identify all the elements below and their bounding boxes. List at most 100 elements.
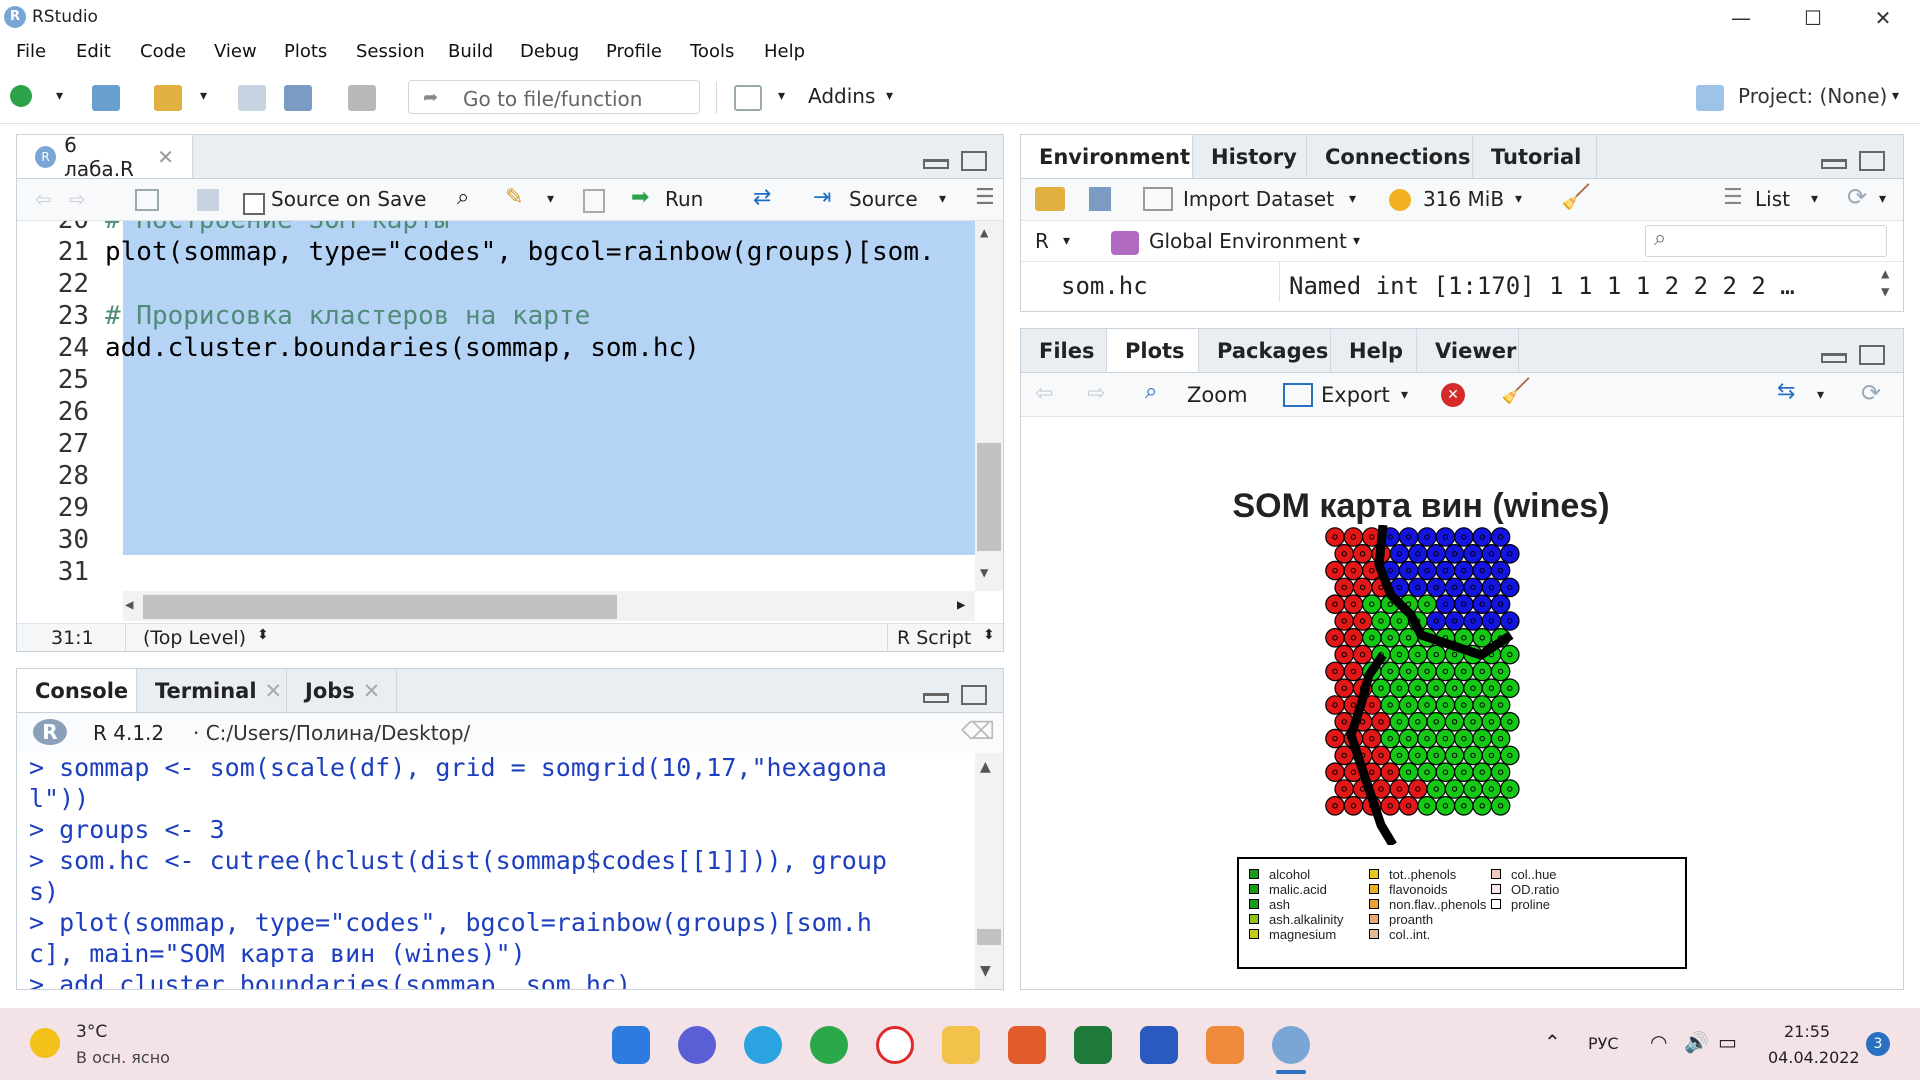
scrollbar-thumb[interactable] <box>977 443 1001 551</box>
env-variable-row[interactable]: som.hc Named int [1:170] 1 1 1 1 2 2 2 2… <box>1021 261 1903 311</box>
forward-arrow-icon[interactable]: ⇨ <box>1087 381 1105 406</box>
menu-plots[interactable]: Plots <box>284 41 327 62</box>
rerun-icon[interactable]: ⇄ <box>753 185 771 210</box>
scroll-down-icon[interactable]: ▼ <box>980 565 988 581</box>
clock-time[interactable]: 21:55 <box>1784 1022 1830 1041</box>
save-icon[interactable] <box>238 85 266 111</box>
scroll-up-icon[interactable]: ▲ <box>980 225 988 241</box>
chrome-icon[interactable] <box>810 1026 848 1064</box>
scroll-down-icon[interactable]: ▼ <box>980 963 991 979</box>
forward-arrow-icon[interactable]: ⇨ <box>69 187 86 211</box>
chevron-down-icon[interactable]: ▾ <box>939 191 946 207</box>
remove-plot-icon[interactable]: ✕ <box>1441 383 1465 407</box>
close-button[interactable]: ✕ <box>1854 4 1912 32</box>
yandex-icon[interactable] <box>876 1026 914 1064</box>
menu-code[interactable]: Code <box>140 41 186 62</box>
clock-date[interactable]: 04.04.2022 <box>1768 1048 1860 1067</box>
scroll-left-icon[interactable]: ◀ <box>125 597 133 613</box>
minimize-button[interactable]: — <box>1712 4 1770 32</box>
volume-icon[interactable]: 🔊 <box>1684 1030 1709 1054</box>
editor-hscroll[interactable]: ◀ ▶ <box>123 591 975 621</box>
menu-help[interactable]: Help <box>764 41 805 62</box>
menu-edit[interactable]: Edit <box>76 41 111 62</box>
chevron-down-icon[interactable]: ▾ <box>1879 191 1886 207</box>
rstudio-taskbar-icon[interactable] <box>1272 1026 1310 1064</box>
menu-build[interactable]: Build <box>448 41 493 62</box>
clear-console-icon[interactable]: ⌫ <box>961 717 995 745</box>
minimize-pane-button[interactable] <box>923 693 949 703</box>
tab-connections[interactable]: Connections <box>1307 135 1473 178</box>
weather-desc[interactable]: В осн. ясно <box>76 1048 170 1067</box>
tab-terminal[interactable]: Terminal ✕ <box>137 669 287 712</box>
menu-profile[interactable]: Profile <box>606 41 662 62</box>
project-menu[interactable]: Project: (None) <box>1738 84 1887 108</box>
menu-tools[interactable]: Tools <box>690 41 734 62</box>
tab-tutorial[interactable]: Tutorial <box>1473 135 1597 178</box>
app-icon[interactable] <box>1206 1026 1244 1064</box>
tab-files[interactable]: Files <box>1021 329 1107 372</box>
chevron-down-icon[interactable]: ▾ <box>1892 88 1899 104</box>
tab-plots[interactable]: Plots <box>1107 329 1199 372</box>
close-icon[interactable]: ✕ <box>265 679 283 703</box>
scroll-down-icon[interactable]: ▼ <box>1881 284 1889 300</box>
file-explorer-icon[interactable] <box>942 1026 980 1064</box>
save-all-icon[interactable] <box>284 85 312 111</box>
language-selector[interactable]: R <box>1035 229 1049 253</box>
open-file-icon[interactable] <box>154 85 182 111</box>
scrollbar-thumb[interactable] <box>143 595 617 619</box>
tab-editor-file[interactable]: R 6 лаба.R ✕ <box>17 133 193 181</box>
file-type-selector[interactable]: R Script <box>897 627 971 649</box>
scope-selector[interactable]: Global Environment <box>1149 229 1347 253</box>
notification-badge[interactable]: 3 <box>1866 1032 1890 1056</box>
tab-history[interactable]: History <box>1193 135 1307 178</box>
close-icon[interactable]: ✕ <box>157 145 174 169</box>
import-dataset-button[interactable]: Import Dataset <box>1183 187 1334 211</box>
battery-icon[interactable]: ▭ <box>1718 1030 1737 1054</box>
addins-menu[interactable]: Addins <box>808 84 875 108</box>
minimize-pane-button[interactable] <box>923 159 949 169</box>
chevron-down-icon[interactable]: ▾ <box>1515 191 1522 207</box>
working-dir[interactable]: · C:/Users/Полина/Desktop/ <box>193 721 470 745</box>
chevron-down-icon[interactable]: ▾ <box>1817 387 1824 403</box>
broom-icon[interactable]: 🧹 <box>1561 183 1591 211</box>
code-editor[interactable]: 20 # Построение SOM карты 21 plot(sommap… <box>17 221 1003 625</box>
export-menu[interactable]: Export <box>1321 383 1390 407</box>
open-folder-icon[interactable] <box>1035 187 1065 211</box>
teams-icon[interactable] <box>678 1026 716 1064</box>
grid-layout-icon[interactable] <box>734 85 762 111</box>
tab-packages[interactable]: Packages <box>1199 329 1331 372</box>
zoom-button[interactable]: Zoom <box>1187 383 1248 407</box>
scrollbar-thumb[interactable] <box>977 929 1001 945</box>
weather-temp[interactable]: 3°C <box>76 1022 107 1042</box>
minimize-pane-button[interactable] <box>1821 353 1847 363</box>
goto-file-input[interactable]: ➦ Go to file/function <box>408 80 700 114</box>
console-vscroll[interactable]: ▲ ▼ <box>975 753 1003 989</box>
scroll-up-icon[interactable]: ▲ <box>1881 266 1889 282</box>
show-in-window-icon[interactable] <box>135 189 159 211</box>
chevron-down-icon[interactable]: ▾ <box>1349 191 1356 207</box>
scope-selector[interactable]: (Top Level) <box>143 627 246 649</box>
pdf-reader-icon[interactable] <box>1008 1026 1046 1064</box>
input-language[interactable]: РУС <box>1588 1034 1619 1053</box>
chevron-up-icon[interactable]: ⌃ <box>1544 1030 1561 1054</box>
maximize-pane-button[interactable] <box>1859 151 1885 171</box>
tab-jobs[interactable]: Jobs ✕ <box>287 669 397 712</box>
search-icon[interactable]: ⌕ <box>457 185 469 210</box>
chevron-down-icon[interactable]: ▾ <box>1811 191 1818 207</box>
minimize-pane-button[interactable] <box>1821 159 1847 169</box>
console-output[interactable]: > sommap <- som(scale(df), grid = somgri… <box>17 753 973 989</box>
chevron-down-icon[interactable]: ▾ <box>1353 233 1360 249</box>
chevron-down-icon[interactable]: ▾ <box>200 88 207 104</box>
env-search-input[interactable]: ⌕ <box>1645 225 1887 257</box>
source-on-save-checkbox[interactable] <box>243 193 265 215</box>
tab-environment[interactable]: Environment <box>1021 135 1193 178</box>
print-icon[interactable] <box>348 85 376 111</box>
save-icon[interactable] <box>1089 187 1111 211</box>
menu-file[interactable]: File <box>16 41 46 62</box>
magic-wand-icon[interactable]: ✎ <box>505 185 523 210</box>
run-button[interactable]: Run <box>665 187 703 211</box>
scroll-right-icon[interactable]: ▶ <box>957 597 965 613</box>
chevron-down-icon[interactable]: ▾ <box>778 88 785 104</box>
maximize-button[interactable]: ☐ <box>1784 4 1842 32</box>
close-icon[interactable]: ✕ <box>363 679 381 703</box>
